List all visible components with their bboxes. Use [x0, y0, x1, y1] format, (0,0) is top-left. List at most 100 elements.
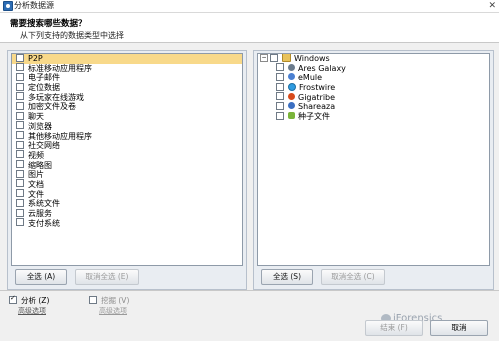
checkbox[interactable] — [16, 121, 24, 130]
checkbox[interactable] — [270, 54, 278, 62]
collapse-icon[interactable]: − — [260, 54, 268, 62]
checkbox[interactable] — [16, 111, 24, 120]
list-item-label: 浏览器 — [28, 121, 52, 131]
checkbox[interactable] — [16, 92, 24, 101]
select-all-right-button[interactable]: 全选 (S) — [261, 269, 313, 285]
list-item[interactable]: 系统文件 — [12, 198, 242, 209]
select-all-left-button[interactable]: 全选 (A) — [15, 269, 67, 285]
tree-item-label: Shareaza — [298, 102, 336, 112]
tree-item[interactable]: Gigatribe — [258, 92, 489, 103]
carve-option[interactable]: 挖掘 (V) — [89, 295, 129, 306]
finish-button[interactable]: 结束 (F) — [365, 320, 423, 336]
list-item-label: 系统文件 — [28, 199, 60, 209]
list-item-label: 云服务 — [28, 209, 52, 218]
ares-icon — [288, 63, 295, 71]
checkbox[interactable] — [16, 72, 24, 81]
list-item-label: 社交网络 — [28, 141, 60, 151]
list-item[interactable]: 定位数据 — [12, 82, 242, 93]
tree-item[interactable]: Shareaza — [258, 101, 489, 112]
carve-label: 挖掘 (V) — [101, 296, 130, 305]
checkbox[interactable] — [276, 63, 284, 72]
folder-icon — [282, 54, 291, 62]
list-item[interactable]: 缩略图 — [12, 160, 242, 171]
tree-item-label: eMule — [298, 73, 323, 83]
tree-item[interactable]: 种子文件 — [258, 111, 489, 122]
checkbox[interactable] — [16, 189, 24, 198]
list-item[interactable]: 多玩家在线游戏 — [12, 92, 242, 103]
torrent-file-icon — [288, 112, 295, 120]
list-item-p2p[interactable]: P2P — [12, 54, 242, 64]
checkbox[interactable] — [16, 150, 24, 159]
checkbox[interactable] — [16, 160, 24, 169]
tree-node-label: Windows — [294, 54, 330, 63]
analyze-checkbox[interactable] — [9, 294, 17, 304]
list-item[interactable]: 电子邮件 — [12, 72, 242, 83]
list-item[interactable]: 云服务 — [12, 208, 242, 219]
checkbox[interactable] — [16, 169, 24, 178]
page-title: 需要搜索哪些数据？ — [10, 19, 87, 29]
checkbox[interactable] — [276, 82, 284, 91]
list-item[interactable]: 社交网络 — [12, 140, 242, 151]
analyze-option[interactable]: 分析 (Z) — [9, 294, 49, 306]
tree-node-windows[interactable]: − Windows — [258, 54, 489, 64]
list-item-label: 文档 — [28, 179, 44, 189]
list-item[interactable]: 视频 — [12, 150, 242, 161]
close-icon[interactable]: ✕ — [488, 0, 496, 12]
carve-checkbox[interactable] — [89, 296, 97, 304]
checkbox[interactable] — [16, 131, 24, 139]
checkbox[interactable] — [16, 140, 24, 149]
list-item-label: 缩略图 — [28, 160, 52, 170]
checkbox[interactable] — [276, 92, 284, 101]
list-item-label: 加密文件及卷 — [28, 102, 76, 112]
tree-item[interactable]: Ares Galaxy — [258, 63, 489, 74]
checkbox[interactable] — [16, 63, 24, 72]
list-item[interactable]: 图片 — [12, 169, 242, 180]
list-item-label: 聊天 — [28, 112, 44, 122]
app-tree[interactable]: − Windows Ares Galaxy eMule Frostwire Gig… — [257, 53, 490, 266]
list-item-label: 定位数据 — [28, 83, 60, 93]
list-item[interactable]: 文件 — [12, 189, 242, 200]
list-item-label: 多玩家在线游戏 — [28, 92, 84, 102]
checkbox[interactable] — [16, 82, 24, 91]
data-type-list[interactable]: P2P 标准移动应用程序 电子邮件 定位数据 多玩家在线游戏 加密文件及卷 聊天… — [11, 53, 243, 266]
list-item-label: 其他移动应用程序 — [28, 131, 92, 141]
checkbox[interactable] — [16, 54, 24, 62]
cancel-button[interactable]: 取消 — [430, 320, 488, 336]
tree-item-label: Frostwire — [299, 83, 336, 93]
list-item-label: P2P — [28, 54, 43, 63]
checkbox[interactable] — [16, 179, 24, 188]
carve-advanced-link[interactable]: 高级选项 — [99, 306, 127, 316]
checkbox[interactable] — [16, 218, 24, 227]
tree-item[interactable]: Frostwire — [258, 82, 489, 93]
list-item[interactable]: 加密文件及卷 — [12, 101, 242, 112]
list-item[interactable]: 浏览器 — [12, 121, 242, 132]
gigatribe-icon — [288, 92, 295, 100]
tree-item-label: 种子文件 — [298, 112, 330, 122]
checkbox[interactable] — [276, 72, 284, 81]
title-bar: 分析数据源 ✕ — [0, 0, 499, 13]
list-item[interactable]: 聊天 — [12, 111, 242, 122]
list-item[interactable]: 其他移动应用程序 — [12, 131, 242, 142]
checkbox[interactable] — [16, 101, 24, 110]
header: 需要搜索哪些数据？ 从下列支持的数据类型中选择 — [0, 13, 499, 43]
checkbox[interactable] — [16, 208, 24, 217]
tree-item[interactable]: eMule — [258, 72, 489, 83]
list-item[interactable]: 标准移动应用程序 — [12, 63, 242, 74]
tree-item-label: Ares Galaxy — [298, 63, 346, 73]
checkbox[interactable] — [276, 101, 284, 110]
page-subtitle: 从下列支持的数据类型中选择 — [20, 31, 124, 40]
divider — [0, 290, 499, 291]
list-item[interactable]: 文档 — [12, 179, 242, 190]
analyze-advanced-link[interactable]: 高级选项 — [18, 306, 46, 316]
tree-item-label: Gigatribe — [298, 92, 336, 102]
deselect-all-right-button[interactable]: 取消全选 (C) — [321, 269, 385, 285]
checkbox[interactable] — [276, 111, 284, 120]
deselect-all-left-button[interactable]: 取消全选 (E) — [75, 269, 139, 285]
list-item-label: 文件 — [28, 189, 44, 199]
emule-icon — [288, 73, 295, 81]
checkbox[interactable] — [16, 198, 24, 207]
list-item-label: 视频 — [28, 150, 44, 160]
frostwire-icon — [288, 82, 296, 91]
list-item-label: 支付系统 — [28, 218, 60, 228]
list-item[interactable]: 支付系统 — [12, 218, 242, 229]
